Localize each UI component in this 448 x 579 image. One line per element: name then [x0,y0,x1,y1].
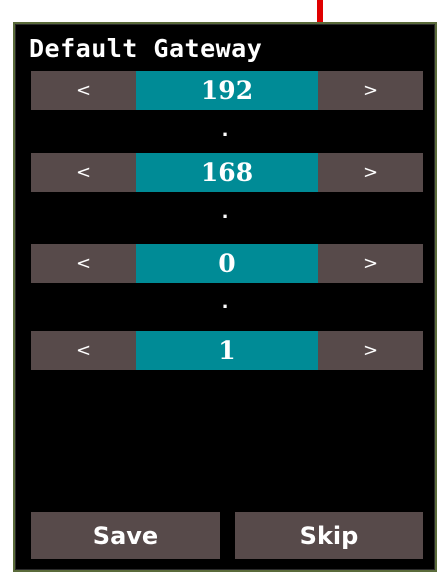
octet-3-increment-button[interactable]: > [318,244,423,283]
gateway-panel: Default Gateway < 192 > . < 168 > . < 0 … [13,22,437,572]
octet-2-increment-button[interactable]: > [318,153,423,192]
octet-3-stepper: < 0 > [31,244,423,283]
octet-separator: . [221,202,229,223]
page-title: Default Gateway [29,34,263,63]
octet-2-stepper: < 168 > [31,153,423,192]
octet-4-increment-button[interactable]: > [318,331,423,370]
octet-4-decrement-button[interactable]: < [31,331,136,370]
octet-separator: . [221,120,229,141]
octet-2-value: 168 [136,153,318,192]
octet-2-decrement-button[interactable]: < [31,153,136,192]
octet-4-stepper: < 1 > [31,331,423,370]
octet-1-stepper: < 192 > [31,71,423,110]
octet-1-decrement-button[interactable]: < [31,71,136,110]
octet-1-value: 192 [136,71,318,110]
skip-button[interactable]: Skip [235,512,423,559]
octet-separator: . [221,292,229,313]
octet-3-decrement-button[interactable]: < [31,244,136,283]
octet-3-value: 0 [136,244,318,283]
octet-4-value: 1 [136,331,318,370]
octet-1-increment-button[interactable]: > [318,71,423,110]
save-button[interactable]: Save [31,512,220,559]
